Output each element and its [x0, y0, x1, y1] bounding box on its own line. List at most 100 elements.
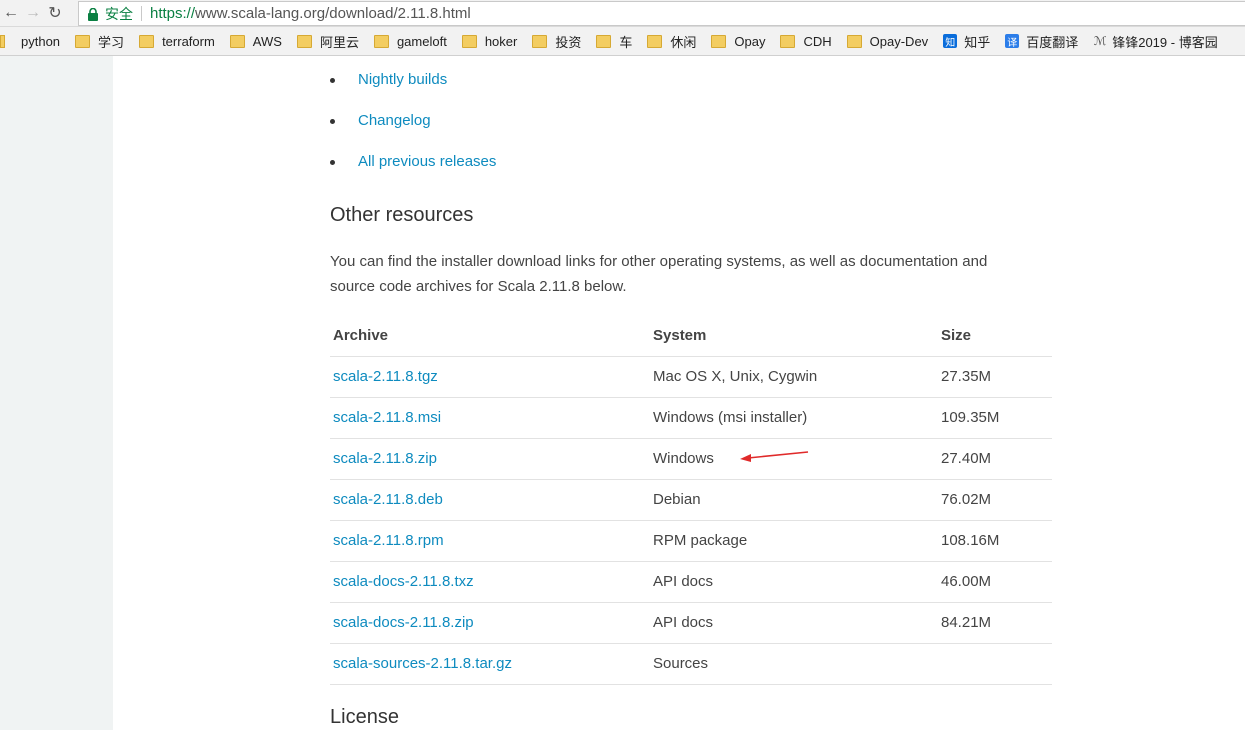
bookmark-xuexi[interactable]: 学习: [75, 32, 124, 51]
bookmark-label: AWS: [252, 33, 282, 49]
bookmark-hoker[interactable]: hoker: [461, 33, 518, 49]
folder-icon: [296, 34, 312, 48]
archive-link[interactable]: scala-2.11.8.rpm: [333, 521, 444, 561]
other-resources-intro: You can find the installer download link…: [330, 249, 1030, 299]
archive-link[interactable]: scala-2.11.8.tgz: [333, 357, 438, 397]
bookmark-label: 学习: [98, 34, 125, 50]
system-cell: Sources: [653, 655, 709, 672]
bookmark-label: 知乎: [964, 34, 991, 50]
bookmark-zhihu[interactable]: 知知乎: [943, 32, 990, 51]
forward-icon[interactable]: →: [22, 1, 44, 25]
bookmark-aliyun[interactable]: 阿里云: [296, 32, 359, 51]
all-previous-releases-link[interactable]: All previous releases: [358, 151, 496, 173]
size-cell: 84.21M: [941, 614, 992, 631]
folder-icon: [780, 34, 796, 48]
translate-icon: 译: [1005, 34, 1020, 49]
system-cell: API docs: [653, 614, 714, 631]
intro-line-2: source code archives for Scala 2.11.8 be…: [330, 278, 627, 295]
system-cell: Windows (msi installer): [653, 409, 808, 426]
table-header: Archive System Size: [330, 316, 1052, 357]
downloads-table: Archive System Size scala-2.11.8.tgz Mac…: [330, 316, 1052, 685]
table-row: scala-2.11.8.deb Debian 76.02M: [330, 480, 1052, 521]
secure-label: 安全: [105, 5, 133, 22]
bookmark-opay[interactable]: Opay: [711, 34, 765, 49]
bookmark-label: python: [21, 33, 61, 49]
license-heading: License: [330, 706, 399, 728]
folder-icon: [461, 34, 477, 48]
system-column-header: System: [653, 327, 707, 344]
bookmark-label: terraform: [162, 33, 215, 49]
bookmark-che[interactable]: 车: [596, 32, 632, 51]
bookmark-opay-dev[interactable]: Opay-Dev: [846, 33, 929, 49]
lock-icon: [87, 7, 99, 21]
intro-line-1: You can find the installer download link…: [330, 253, 988, 270]
annotation-arrow-icon: [740, 451, 809, 462]
folder-icon: [139, 34, 155, 48]
bullet: [330, 119, 335, 124]
folder-icon: [229, 34, 245, 48]
folder-icon: [532, 34, 548, 48]
folder-icon: [373, 34, 389, 48]
bookmark-label: 百度翻译: [1026, 34, 1079, 50]
bullet: [330, 78, 335, 83]
zhihu-icon: 知: [943, 34, 958, 49]
system-cell: Windows: [653, 450, 714, 467]
folder-icon: [846, 34, 862, 48]
table-row: scala-2.11.8.msi Windows (msi installer)…: [330, 398, 1052, 439]
size-cell: 108.16M: [941, 532, 1000, 549]
archive-link[interactable]: scala-docs-2.11.8.zip: [333, 603, 474, 643]
changelog-link[interactable]: Changelog: [358, 110, 431, 132]
folder-icon: [596, 34, 612, 48]
bookmark-python[interactable]: python: [21, 34, 60, 49]
size-column-header: Size: [941, 327, 972, 344]
url-path: www.scala-lang.org/download/2.11.8.html: [195, 5, 471, 22]
bookmark-touzi[interactable]: 投资: [532, 32, 581, 51]
archive-link[interactable]: scala-sources-2.11.8.tar.gz: [333, 644, 512, 684]
archive-link[interactable]: scala-2.11.8.deb: [333, 480, 443, 520]
table-row: scala-2.11.8.tgz Mac OS X, Unix, Cygwin …: [330, 357, 1052, 398]
system-cell: Mac OS X, Unix, Cygwin: [653, 368, 818, 385]
back-icon[interactable]: ←: [0, 1, 22, 25]
other-resources-heading: Other resources: [330, 204, 474, 226]
reload-icon[interactable]: ↻: [44, 1, 66, 25]
system-cell: API docs: [653, 573, 714, 590]
size-cell: 46.00M: [941, 573, 992, 590]
size-cell: 27.35M: [941, 368, 992, 385]
archive-link[interactable]: scala-docs-2.11.8.txz: [333, 562, 474, 602]
folder-icon: [75, 34, 91, 48]
bookmark-label: Opay-Dev: [869, 33, 929, 49]
size-cell: 76.02M: [941, 491, 992, 508]
bookmark-label: hoker: [484, 33, 518, 49]
bookmark-gameloft[interactable]: gameloft: [373, 33, 447, 49]
folder-icon: [0, 34, 5, 48]
table-row: scala-sources-2.11.8.tar.gz Sources: [330, 644, 1052, 685]
bookmark-aws[interactable]: AWS: [229, 33, 282, 49]
system-cell: RPM package: [653, 532, 748, 549]
folder-icon: [711, 34, 727, 48]
archive-column-header: Archive: [333, 327, 389, 344]
table-row: scala-2.11.8.zip Windows 27.40M: [330, 439, 1052, 480]
omnibox-divider: [141, 6, 142, 21]
bookmark-cdh[interactable]: CDH: [780, 33, 832, 49]
address-bar[interactable]: 安全 https://www.scala-lang.org/download/2…: [78, 1, 1245, 26]
archive-link[interactable]: scala-2.11.8.zip: [333, 439, 437, 479]
left-sidebar: [0, 56, 113, 730]
bookmark-label: 车: [619, 34, 633, 50]
bullet: [330, 160, 335, 165]
bookmark-label: CDH: [803, 33, 832, 49]
table-row: scala-docs-2.11.8.txz API docs 46.00M: [330, 562, 1052, 603]
browser-toolbar: ← → ↻ 安全 https://www.scala-lang.org/down…: [0, 0, 1245, 27]
bookmark-label: 投资: [555, 34, 582, 50]
url-protocol: https://: [150, 5, 196, 22]
bookmarks-bar: python 学习 terraform AWS 阿里云 gameloft hok…: [0, 27, 1245, 56]
bookmark-terraform[interactable]: terraform: [139, 34, 215, 49]
bookmark-xiuxian[interactable]: 休闲: [647, 32, 696, 51]
bookmark-label: gameloft: [396, 33, 447, 49]
bookmark-baidu-fanyi[interactable]: 译百度翻译: [1005, 32, 1078, 51]
archive-link[interactable]: scala-2.11.8.msi: [333, 398, 441, 438]
nightly-builds-link[interactable]: Nightly builds: [358, 69, 447, 91]
bookmark-cnblogs[interactable]: ℳ 锋锋2019 - 博客园: [1093, 32, 1218, 51]
table-row: scala-docs-2.11.8.zip API docs 84.21M: [330, 603, 1052, 644]
url-text[interactable]: https://www.scala-lang.org/download/2.11…: [150, 5, 471, 22]
bookmark-label: 阿里云: [319, 34, 359, 50]
